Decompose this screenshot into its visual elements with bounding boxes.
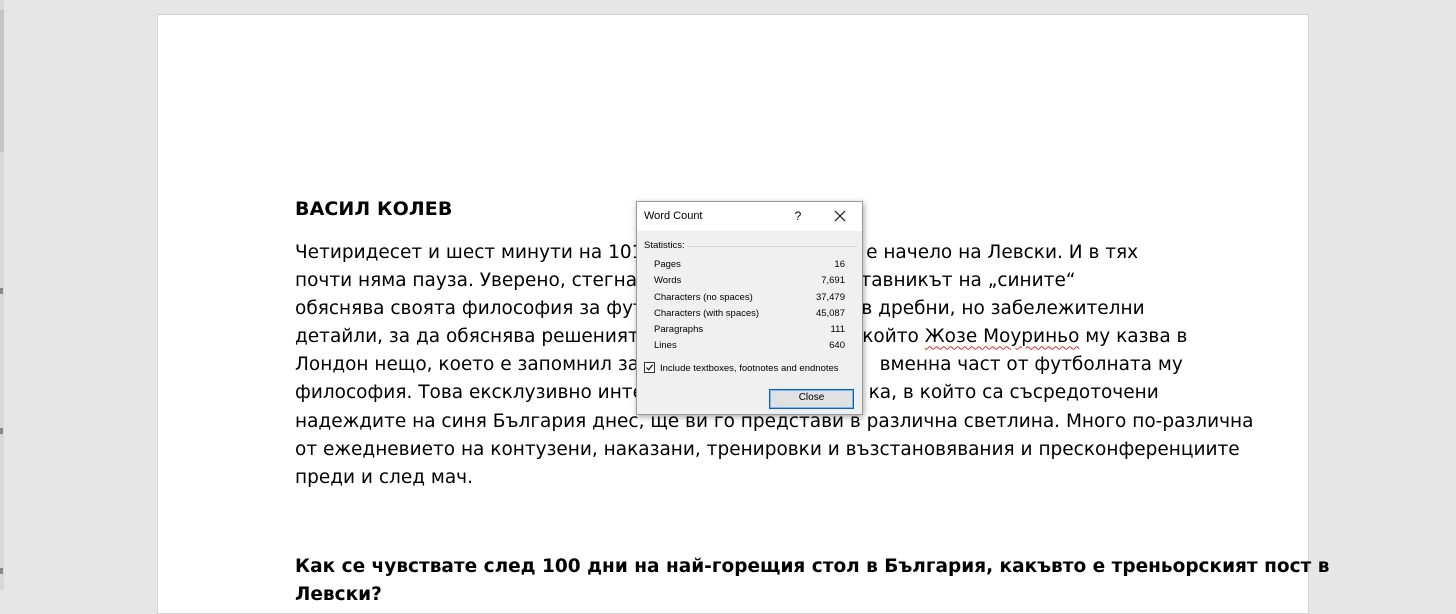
stat-row-paragraphs: Paragraphs 111 <box>654 324 845 340</box>
spelling-flagged-word[interactable]: Жозе Моуриньо <box>925 326 1080 347</box>
word-count-dialog: Word Count ? Statistics: Pages 16 Words … <box>636 201 863 415</box>
statistics-label: Statistics: <box>644 240 685 251</box>
paragraph-line: преди и след мач. <box>295 466 473 488</box>
stat-label: Characters (no spaces) <box>654 291 753 303</box>
include-textboxes-label: Include textboxes, footnotes and endnote… <box>660 363 839 374</box>
question-line: Как се чувствате след 100 дни на най-гор… <box>295 556 1330 577</box>
stats-list: Pages 16 Words 7,691 Characters (no spac… <box>654 259 845 357</box>
question-line: Левски? <box>295 584 382 605</box>
stat-label: Paragraphs <box>654 324 704 336</box>
stat-value: 37,479 <box>815 291 845 303</box>
checkmark-icon <box>646 364 654 371</box>
ruler-mark <box>0 568 3 574</box>
stat-label: Pages <box>654 259 681 270</box>
author-heading: ВАСИЛ КОЛЕВ <box>295 198 453 220</box>
stat-value: 45,087 <box>815 307 845 319</box>
stat-value: 16 <box>834 259 845 270</box>
stat-row-characters-with-spaces: Characters (with spaces) 45,087 <box>654 308 845 324</box>
dialog-title: Word Count <box>644 210 703 222</box>
stat-label: Lines <box>654 340 677 352</box>
left-strip-thumb <box>0 10 4 152</box>
dialog-titlebar[interactable]: Word Count ? <box>637 202 862 231</box>
stat-value: 111 <box>830 324 845 336</box>
ruler-mark <box>0 428 3 434</box>
stat-label: Words <box>654 275 682 287</box>
stat-row-lines: Lines 640 <box>654 340 845 356</box>
stat-label: Characters (with spaces) <box>654 307 760 319</box>
left-scroll-strip <box>0 0 4 590</box>
close-button[interactable]: Close <box>769 389 854 409</box>
stat-row-words: Words 7,691 <box>654 275 845 291</box>
help-button[interactable]: ? <box>789 206 807 226</box>
stat-value: 7,691 <box>821 275 845 287</box>
stat-row-characters-no-spaces: Characters (no spaces) 37,479 <box>654 292 845 308</box>
interview-question: Как се чувствате след 100 дни на най-гор… <box>295 553 1330 609</box>
paragraph-line: от ежедневието на контузени, наказани, т… <box>295 438 1240 460</box>
stat-value: 640 <box>829 340 845 352</box>
include-textboxes-checkbox[interactable] <box>644 362 655 373</box>
section-divider <box>687 246 857 247</box>
close-icon[interactable] <box>830 206 850 226</box>
stat-row-pages: Pages 16 <box>654 259 845 275</box>
ruler-mark <box>0 288 3 294</box>
